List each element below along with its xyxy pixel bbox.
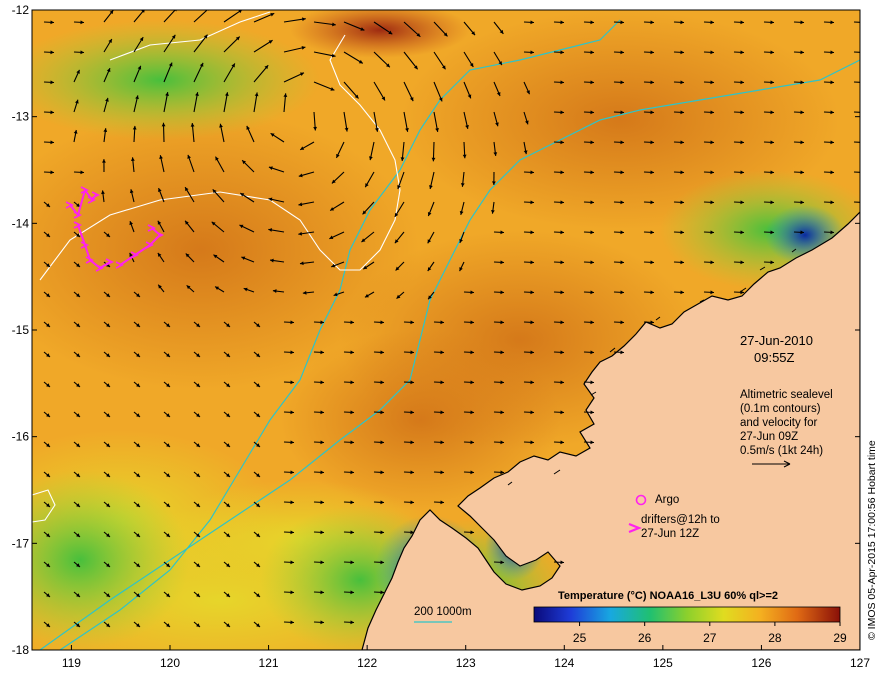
- altimetry-line: (0.1m contours): [740, 403, 821, 415]
- lon-tick-label: 120: [160, 656, 180, 670]
- colorbar-tick-label: 25: [573, 631, 587, 645]
- lon-tick-label: 125: [653, 656, 673, 670]
- lon-tick-label: 127: [850, 656, 870, 670]
- velocity-arrowhead: [860, 20, 864, 24]
- velocity-arrowhead: [860, 80, 864, 84]
- velocity-arrowhead: [860, 110, 864, 114]
- drifter-label: drifters@12h to: [641, 514, 720, 526]
- velocity-arrowhead: [860, 50, 864, 54]
- lon-tick-label: 121: [259, 656, 279, 670]
- lon-tick-label: 122: [357, 656, 377, 670]
- velocity-arrow: [854, 112, 864, 113]
- colorbar-tick-label: 27: [703, 631, 717, 645]
- altimetry-line: 0.5m/s (1kt 24h): [740, 445, 823, 457]
- velocity-arrow: [854, 82, 864, 83]
- map-svg: 119 120 121 122 123 124 125 126 127 -12 -13 -14 -15…: [0, 0, 880, 680]
- lon-tick-label: 124: [554, 656, 574, 670]
- colorbar-tick-label: 26: [638, 631, 652, 645]
- lon-tick-label: 119: [62, 656, 81, 670]
- credit-text: © IMOS 05-Apr-2015 17:00:56 Hobart time: [866, 440, 878, 640]
- velocity-arrow: [854, 22, 864, 23]
- velocity-arrow: [854, 172, 864, 173]
- velocity-arrowhead: [860, 170, 864, 174]
- lon-tick-label: 126: [751, 656, 771, 670]
- velocity-arrow: [854, 142, 864, 143]
- altimetry-line: Altimetric sealevel: [740, 389, 833, 401]
- lat-tick-label: -17: [12, 536, 30, 550]
- date-label: 27-Jun-2010: [740, 333, 813, 348]
- altimetry-line: and velocity for: [740, 417, 818, 429]
- lat-tick-label: -13: [12, 110, 30, 124]
- velocity-arrowhead: [860, 200, 864, 204]
- map-figure: 119 120 121 122 123 124 125 126 127 -12 -13 -14 -15…: [0, 0, 880, 680]
- velocity-arrow: [854, 202, 864, 203]
- velocity-arrowhead: [860, 140, 864, 144]
- colorbar-title: Temperature (°C) NOAA16_L3U 60% ql>=2: [558, 590, 778, 602]
- colorbar-tick-label: 29: [833, 631, 847, 645]
- altimetry-line: 27-Jun 09Z: [740, 431, 798, 443]
- velocity-arrow: [854, 52, 864, 53]
- lat-tick-label: -14: [12, 216, 30, 230]
- lat-tick-label: -15: [12, 323, 30, 337]
- lat-tick-label: -12: [12, 3, 30, 17]
- time-label: 09:55Z: [754, 350, 795, 365]
- lon-tick-label: 123: [456, 656, 476, 670]
- lat-tick-label: -18: [12, 643, 30, 657]
- cool-green-patch: [0, 20, 320, 140]
- colorbar: [534, 607, 840, 622]
- bathy-legend-label: 200 1000m: [414, 606, 472, 618]
- lat-tick-label: -16: [12, 430, 30, 444]
- argo-label: Argo: [655, 494, 679, 506]
- colorbar-tick-label: 28: [768, 631, 782, 645]
- drifter-label: 27-Jun 12Z: [641, 528, 699, 540]
